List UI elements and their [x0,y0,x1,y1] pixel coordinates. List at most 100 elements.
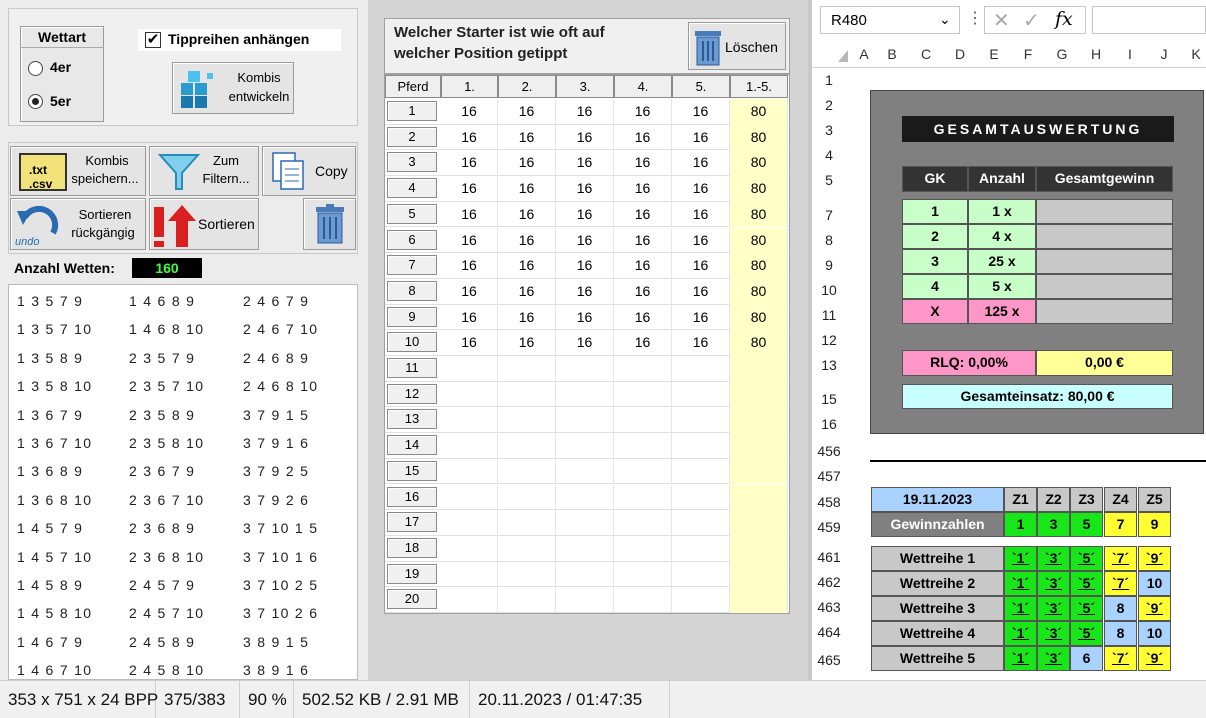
combination-item[interactable]: 2 3 5 7 10 [129,372,204,400]
row-header-16[interactable]: 16 [812,416,846,432]
horse-button-18[interactable]: 18 [387,537,437,558]
horse-button-19[interactable]: 19 [387,563,437,584]
horse-button-5[interactable]: 5 [387,203,437,224]
combination-item[interactable]: 3 7 9 2 6 [243,486,309,514]
combination-item[interactable]: 1 4 6 8 9 [129,287,195,315]
horse-button-13[interactable]: 13 [387,409,437,430]
row-header-5[interactable]: 5 [812,172,846,188]
row-header-463[interactable]: 463 [812,599,846,615]
combination-item[interactable]: 2 3 6 8 10 [129,543,204,571]
combination-item[interactable]: 1 3 5 7 9 [17,287,83,315]
row-header-13[interactable]: 13 [812,357,846,373]
row-header-12[interactable]: 12 [812,332,846,348]
horse-button-12[interactable]: 12 [387,383,437,404]
column-E[interactable]: E [986,46,1002,62]
combination-item[interactable]: 3 7 10 1 6 [243,543,318,571]
combination-item[interactable]: 1 4 5 8 10 [17,599,92,627]
combination-item[interactable]: 3 7 10 2 6 [243,599,318,627]
row-header-3[interactable]: 3 [812,122,846,138]
combination-item[interactable]: 1 3 6 8 10 [17,486,92,514]
horse-button-14[interactable]: 14 [387,435,437,456]
combination-item[interactable]: 2 4 5 7 9 [129,571,195,599]
row-header-457[interactable]: 457 [812,468,846,484]
undo-sort-button[interactable]: undo Sortieren rückgängig [10,198,146,250]
radio-5er[interactable] [28,94,43,109]
confirm-icon[interactable]: ✓ [1023,8,1040,33]
combination-item[interactable]: 2 4 6 8 10 [243,372,318,400]
horse-button-7[interactable]: 7 [387,255,437,276]
column-A[interactable]: A [856,46,872,62]
column-C[interactable]: C [918,46,934,62]
combination-item[interactable]: 1 3 5 8 10 [17,372,92,400]
save-combos-button[interactable]: .txt .csv Kombis speichern... [10,146,146,196]
combination-item[interactable]: 3 7 9 2 5 [243,457,309,485]
combination-item[interactable]: 2 3 6 7 9 [129,457,195,485]
combination-item[interactable]: 3 8 9 1 5 [243,628,309,656]
combination-item[interactable]: 1 3 6 7 9 [17,401,83,429]
combination-item[interactable]: 2 4 6 7 10 [243,315,318,343]
horse-button-3[interactable]: 3 [387,152,437,173]
column-K[interactable]: K [1188,46,1204,62]
row-header-10[interactable]: 10 [812,282,846,298]
row-header-465[interactable]: 465 [812,652,846,668]
filter-button[interactable]: Zum Filtern... [149,146,259,196]
column-I[interactable]: I [1122,46,1138,62]
namebox[interactable]: R480 ⌄ [820,6,960,34]
combination-item[interactable]: 1 3 5 7 10 [17,315,92,343]
column-G[interactable]: G [1054,46,1070,62]
horse-button-9[interactable]: 9 [387,306,437,327]
row-header-8[interactable]: 8 [812,232,846,248]
horse-button-4[interactable]: 4 [387,178,437,199]
combination-item[interactable]: 2 4 5 8 10 [129,656,204,679]
cancel-icon[interactable]: ✕ [993,8,1010,33]
row-header-15[interactable]: 15 [812,391,846,407]
combination-item[interactable]: 1 3 6 7 10 [17,429,92,457]
combination-item[interactable]: 3 7 10 2 5 [243,571,318,599]
row-header-11[interactable]: 11 [812,307,846,323]
combination-item[interactable]: 1 4 5 7 9 [17,514,83,542]
row-header-7[interactable]: 7 [812,207,846,223]
combination-item[interactable]: 2 3 5 7 9 [129,344,195,372]
formula-bar[interactable] [1092,6,1206,34]
row-header-2[interactable]: 2 [812,97,846,113]
combination-item[interactable]: 1 3 5 8 9 [17,344,83,372]
column-D[interactable]: D [952,46,968,62]
column-H[interactable]: H [1088,46,1104,62]
horse-button-8[interactable]: 8 [387,280,437,301]
combinations-list[interactable]: 1 3 5 7 9 1 4 6 8 9 2 4 6 7 9 1 3 5 7 10 1 4… [8,284,358,680]
row-header-458[interactable]: 458 [812,494,846,510]
combination-item[interactable]: 2 3 6 8 9 [129,514,195,542]
combination-item[interactable]: 1 4 5 7 10 [17,543,92,571]
sort-button[interactable]: Sortieren [149,198,259,250]
combination-item[interactable]: 1 4 5 8 9 [17,571,83,599]
combination-item[interactable]: 3 7 9 1 6 [243,429,309,457]
combination-item[interactable]: 1 4 6 8 10 [129,315,204,343]
row-header-456[interactable]: 456 [812,443,846,459]
horse-button-15[interactable]: 15 [387,460,437,481]
combination-item[interactable]: 2 3 6 7 10 [129,486,204,514]
combination-item[interactable]: 2 3 5 8 10 [129,429,204,457]
horse-button-2[interactable]: 2 [387,126,437,147]
horse-button-20[interactable]: 20 [387,589,437,610]
combination-item[interactable]: 3 7 9 1 5 [243,401,309,429]
combination-item[interactable]: 3 8 9 1 6 [243,656,309,679]
combination-item[interactable]: 1 3 6 8 9 [17,457,83,485]
horse-button-17[interactable]: 17 [387,512,437,533]
combination-item[interactable]: 3 7 10 1 5 [243,514,318,542]
row-header-1[interactable]: 1 [812,72,846,88]
horse-button-10[interactable]: 10 [387,332,437,353]
column-B[interactable]: B [884,46,900,62]
horse-button-6[interactable]: 6 [387,229,437,250]
combination-item[interactable]: 1 4 6 7 9 [17,628,83,656]
combination-item[interactable]: 2 4 5 7 10 [129,599,204,627]
row-header-9[interactable]: 9 [812,257,846,273]
combination-item[interactable]: 2 4 6 8 9 [243,344,309,372]
row-header-459[interactable]: 459 [812,519,846,535]
combination-item[interactable]: 2 4 5 8 9 [129,628,195,656]
column-J[interactable]: J [1156,46,1172,62]
row-header-462[interactable]: 462 [812,574,846,590]
radio-4er[interactable] [28,61,43,76]
function-icon[interactable]: fx [1055,8,1073,30]
combination-item[interactable]: 2 3 5 8 9 [129,401,195,429]
tippreihen-checkbox[interactable]: ✔ [145,32,161,48]
